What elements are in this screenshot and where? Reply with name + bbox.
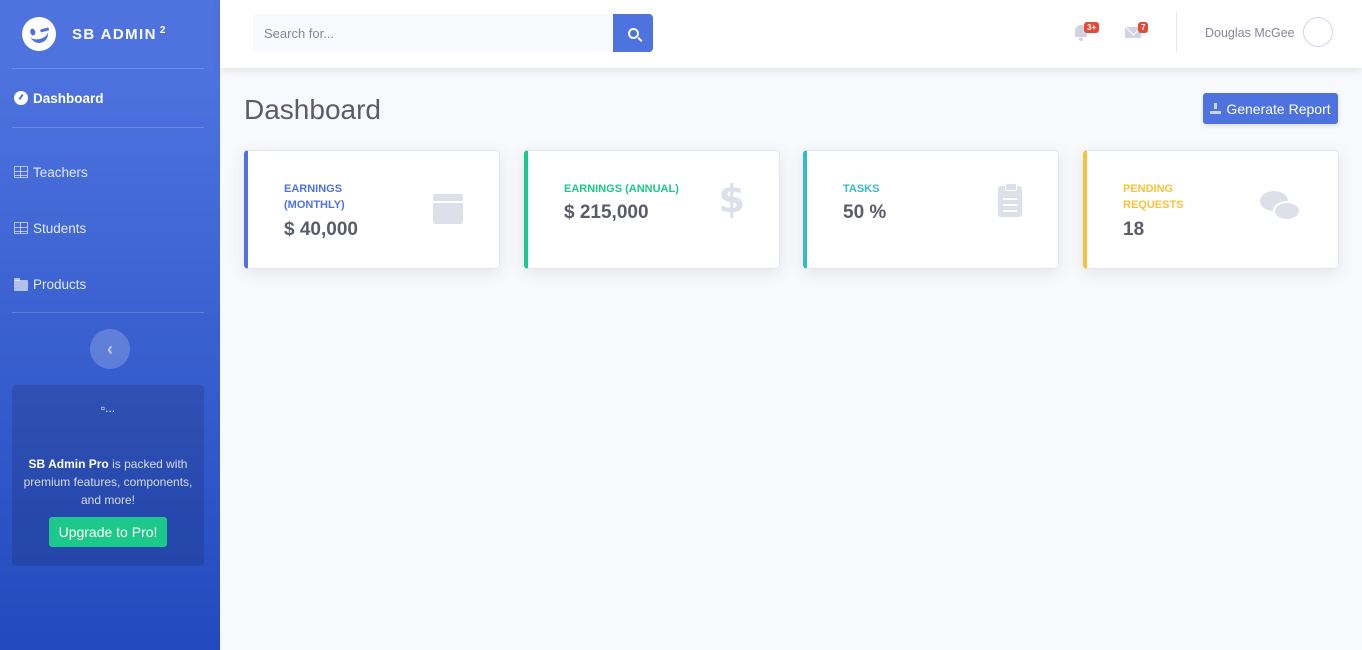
brand-link[interactable]: SB ADMIN 2 (0, 0, 220, 68)
sidebar-item-products[interactable]: Products (0, 256, 220, 312)
folder-icon (14, 277, 28, 291)
messages-badge: 7 (1138, 22, 1149, 33)
table-icon (14, 222, 28, 234)
sidebar-item-label: Students (33, 220, 87, 236)
topbar: 3+ 7 Douglas McGee (220, 0, 1362, 68)
card-value: 50 % (843, 202, 887, 223)
card-earnings-monthly: Earnings (Monthly) $ 40,000 (244, 150, 500, 269)
card-label: Tasks (843, 183, 880, 195)
clipboard-icon (998, 183, 1022, 217)
calendar-icon (433, 194, 463, 224)
card-tasks: Tasks 50 % (803, 150, 1059, 269)
chevron-left-icon: ‹ (107, 338, 113, 359)
sidebar: SB ADMIN 2 Dashboard Teachers Students Pr… (0, 0, 220, 650)
generate-report-button[interactable]: Generate Report (1203, 93, 1338, 124)
card-pending-requests: Pending Requests 18 (1083, 150, 1339, 269)
card-label: Earnings (Annual) (564, 183, 679, 195)
dollar-icon: $ (718, 177, 745, 221)
user-name[interactable]: Douglas McGee (1205, 26, 1295, 40)
alerts-badge: 3+ (1084, 22, 1100, 33)
search-button[interactable] (613, 14, 653, 52)
topbar-divider (1176, 12, 1177, 52)
search-form (253, 14, 653, 52)
alerts-dropdown[interactable]: 3+ (1071, 22, 1100, 42)
brand-name: SB ADMIN 2 (72, 25, 167, 43)
promo-text: SB Admin Pro is packed with premium feat… (23, 457, 193, 507)
generate-report-label: Generate Report (1226, 100, 1331, 117)
sidebar-item-teachers[interactable]: Teachers (0, 144, 220, 200)
card-value: $ 215,000 (564, 202, 649, 223)
promo-image: ▫... (100, 401, 116, 415)
card-value: 18 (1123, 219, 1145, 240)
sidebar-item-label: Products (33, 276, 87, 292)
sidebar-item-dashboard[interactable]: Dashboard (0, 69, 220, 127)
sidebar-toggle-button[interactable]: ‹ (90, 329, 130, 369)
card-earnings-annual: Earnings (Annual) $ 215,000 $ (524, 150, 780, 269)
card-label: Earnings (Monthly) (284, 183, 345, 211)
sidebar-divider (12, 312, 204, 313)
sidebar-promo-card: ▫... SB Admin Pro is packed with premium… (12, 385, 204, 566)
search-input[interactable] (253, 14, 613, 52)
table-icon (14, 166, 28, 178)
download-icon (1210, 103, 1222, 114)
search-icon (627, 27, 639, 39)
avatar[interactable] (1303, 17, 1333, 47)
upgrade-button[interactable]: Upgrade to Pro! (48, 517, 168, 547)
gauge-icon (14, 91, 28, 105)
sidebar-item-students[interactable]: Students (0, 200, 220, 256)
messages-dropdown[interactable]: 7 (1125, 22, 1151, 42)
comments-icon (1260, 191, 1302, 225)
sidebar-item-label: Dashboard (33, 90, 104, 106)
card-label: Pending Requests (1123, 183, 1184, 211)
card-value: $ 40,000 (284, 219, 358, 240)
page-title: Dashboard (244, 94, 381, 125)
sidebar-item-label: Teachers (33, 164, 88, 180)
laugh-wink-icon (18, 13, 60, 55)
